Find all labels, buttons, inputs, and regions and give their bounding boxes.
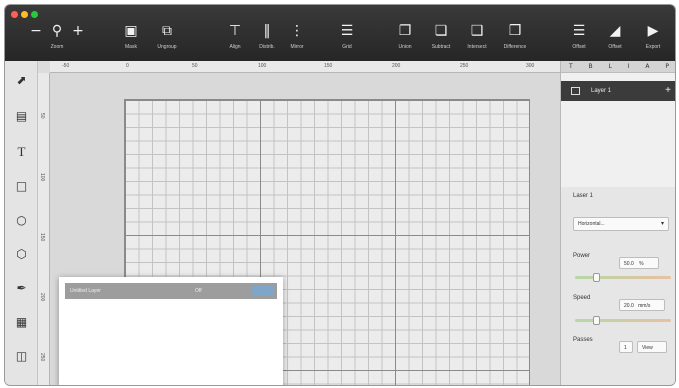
mask-icon: ▣ xyxy=(124,23,138,39)
zoom-label: Zoom xyxy=(50,44,64,50)
panel-tab-icon[interactable]: I xyxy=(628,63,630,70)
ruler-label: 100 xyxy=(39,173,45,182)
right-panel-tabs: T B L I A P xyxy=(561,61,675,73)
passes-input[interactable]: 1 xyxy=(619,341,633,353)
mask-button[interactable]: ▣ Mask xyxy=(111,21,151,57)
close-window-button[interactable] xyxy=(11,11,18,18)
array-tool-icon[interactable]: ◫ xyxy=(13,347,30,364)
ruler-label: 0 xyxy=(126,63,129,69)
layers-list: Layer 1 + xyxy=(561,73,675,187)
distribute-icon: ‖ xyxy=(263,23,271,39)
layer-name: Layer 1 xyxy=(591,88,612,94)
laser-section-title: Laser 1 xyxy=(573,193,594,199)
intersect-icon: ❑ xyxy=(470,23,484,39)
speed-slider-handle[interactable] xyxy=(592,316,600,325)
union-icon: ❐ xyxy=(398,23,412,39)
ruler-label: 200 xyxy=(392,63,401,69)
floating-panel: Untitled Layer Off xyxy=(59,277,283,385)
text-tool-icon[interactable]: T xyxy=(13,143,30,160)
select-tool-icon[interactable]: ⬈ xyxy=(13,71,30,88)
ungroup-button[interactable]: ⧉ Ungroup xyxy=(147,21,187,57)
add-layer-button[interactable]: + xyxy=(665,85,671,96)
speed-slider[interactable] xyxy=(575,316,671,325)
ruler-label: 200 xyxy=(39,293,45,302)
app-window: − ⚲ + Zoom ▣ Mask ⧉ Ungroup ⊤ Align ‖ Di… xyxy=(4,4,676,386)
offset-button-2[interactable]: ◢ Offset xyxy=(595,21,635,57)
rectangle-tool-icon[interactable]: □ xyxy=(13,177,30,194)
ruler-label: -50 xyxy=(62,63,70,69)
export-icon: ▶ xyxy=(647,23,659,39)
pen-tool-icon[interactable]: ✒ xyxy=(13,279,30,296)
layer-row[interactable]: Layer 1 + xyxy=(561,81,675,101)
grid-button[interactable]: ☰ Grid xyxy=(327,21,367,57)
align-icon: ⊤ xyxy=(228,23,242,39)
ruler-vertical: 50 100 150 200 250 xyxy=(38,73,50,385)
zoom-control: − ⚲ + Zoom xyxy=(17,21,97,57)
union-button[interactable]: ❐ Union xyxy=(385,21,425,57)
passes-view-button[interactable]: View xyxy=(637,341,667,353)
speed-label: Speed xyxy=(573,295,591,301)
chevron-down-icon: ▾ xyxy=(660,221,664,227)
layer-visibility-checkbox[interactable] xyxy=(571,87,580,95)
magnifier-icon: ⚲ xyxy=(51,23,63,39)
ruler-horizontal: -50 0 50 100 150 200 250 300 xyxy=(50,61,560,73)
subtract-icon: ❏ xyxy=(434,23,448,39)
image-tool-icon[interactable]: ▤ xyxy=(13,107,30,124)
right-panel: T B L I A P Layer 1 + Laser 1 Horizontal… xyxy=(560,61,675,385)
speed-input[interactable]: 20.0 mm/s xyxy=(619,299,665,311)
difference-button[interactable]: ❒ Difference xyxy=(495,21,535,57)
passes-label: Passes xyxy=(573,337,593,343)
power-input[interactable]: 50.0 % xyxy=(619,257,659,269)
ruler-label: 250 xyxy=(39,353,45,362)
panel-tab-icon[interactable]: B xyxy=(589,63,593,70)
ruler-label: 250 xyxy=(460,63,469,69)
tool-palette: ⬈ ▤ T □ ○ ⬡ ✒ ▦ ◫ xyxy=(5,61,38,385)
ruler-label: 300 xyxy=(526,63,535,69)
export-button[interactable]: ▶ Export xyxy=(633,21,673,57)
zoom-in-button[interactable]: + xyxy=(72,23,84,39)
ungroup-icon: ⧉ xyxy=(162,23,172,39)
ruler-label: 150 xyxy=(39,233,45,242)
panel-tab-icon[interactable]: P xyxy=(665,63,669,70)
panel-tab-icon[interactable]: T xyxy=(569,63,573,70)
floating-panel-value: Off xyxy=(195,288,202,294)
ruler-label: 50 xyxy=(192,63,198,69)
subtract-button[interactable]: ❏ Subtract xyxy=(421,21,461,57)
floating-panel-title: Untitled Layer xyxy=(70,288,101,294)
maximize-window-button[interactable] xyxy=(31,11,38,18)
mirror-button[interactable]: ⋮ Mirror xyxy=(277,21,317,57)
offset-icon: ◢ xyxy=(609,23,621,39)
power-slider-handle[interactable] xyxy=(592,273,600,282)
power-slider[interactable] xyxy=(575,273,671,282)
ruler-label: 150 xyxy=(324,63,333,69)
ellipse-tool-icon[interactable]: ○ xyxy=(13,211,30,228)
difference-icon: ❒ xyxy=(508,23,522,39)
offset-button[interactable]: ☰ Offset xyxy=(559,21,599,57)
zoom-out-button[interactable]: − xyxy=(30,23,42,39)
intersect-button[interactable]: ❑ Intersect xyxy=(457,21,497,57)
mode-dropdown[interactable]: Horizontal... ▾ xyxy=(573,217,669,231)
panel-tab-icon[interactable]: L xyxy=(609,63,612,70)
ruler-label: 50 xyxy=(39,113,45,119)
grid-tool-icon[interactable]: ▦ xyxy=(13,313,30,330)
panel-tab-icon[interactable]: A xyxy=(645,63,649,70)
power-label: Power xyxy=(573,253,591,259)
ruler-label: 100 xyxy=(258,63,267,69)
grid-icon: ☰ xyxy=(340,23,354,39)
floating-panel-swatch[interactable] xyxy=(252,286,274,296)
polygon-tool-icon[interactable]: ⬡ xyxy=(13,245,30,262)
offset-icon: ☰ xyxy=(572,23,586,39)
toolbar: − ⚲ + Zoom ▣ Mask ⧉ Ungroup ⊤ Align ‖ Di… xyxy=(5,5,675,61)
minimize-window-button[interactable] xyxy=(21,11,28,18)
mirror-icon: ⋮ xyxy=(290,23,304,39)
floating-panel-header[interactable]: Untitled Layer Off xyxy=(65,283,277,299)
